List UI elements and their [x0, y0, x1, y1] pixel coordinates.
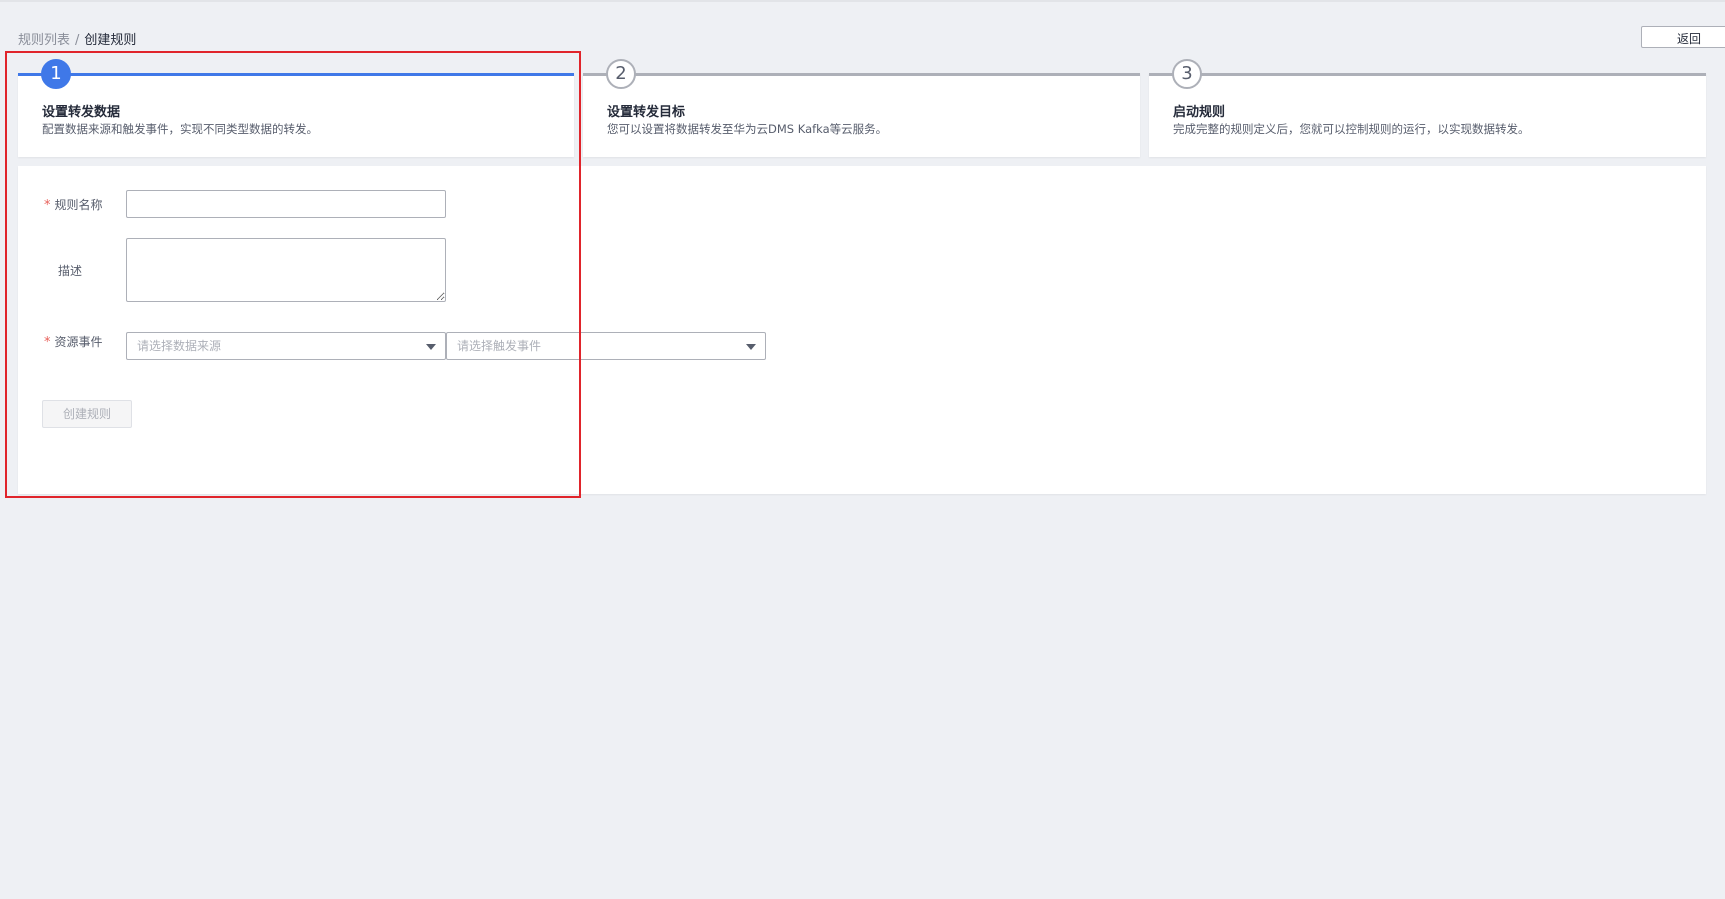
data-source-placeholder: 请选择数据来源	[137, 339, 222, 353]
rule-name-label: * 规则名称	[44, 196, 103, 213]
rule-name-input[interactable]	[126, 190, 446, 218]
step-1-progress-line	[18, 73, 574, 76]
back-button[interactable]: 返回	[1641, 26, 1725, 48]
step-2-number: 2	[606, 59, 636, 89]
step-1-title: 设置转发数据	[42, 105, 121, 120]
chevron-down-icon	[426, 344, 436, 350]
description-label: 描述	[58, 264, 83, 278]
resource-event-label: * 资源事件	[44, 333, 103, 350]
step-3: 3 启动规则 完成完整的规则定义后，您就可以控制规则的运行，以实现数据转发。	[1149, 59, 1706, 157]
resource-event-label-text: 资源事件	[54, 335, 103, 349]
step-2: 2 设置转发目标 您可以设置将数据转发至华为云DMS Kafka等云服务。	[583, 59, 1140, 157]
trigger-event-placeholder: 请选择触发事件	[457, 339, 542, 353]
step-2-description: 您可以设置将数据转发至华为云DMS Kafka等云服务。	[607, 122, 888, 136]
rule-name-label-text: 规则名称	[54, 198, 103, 212]
required-mark: *	[44, 198, 51, 213]
chevron-down-icon	[746, 344, 756, 350]
description-textarea[interactable]	[126, 238, 446, 302]
step-2-progress-line	[583, 73, 1140, 76]
breadcrumb-current: 创建规则	[84, 33, 137, 48]
breadcrumb-separator: /	[75, 33, 80, 48]
step-3-description: 完成完整的规则定义后，您就可以控制规则的运行，以实现数据转发。	[1173, 122, 1530, 136]
required-mark: *	[44, 335, 51, 350]
trigger-event-select[interactable]: 请选择触发事件	[446, 332, 766, 360]
step-3-progress-line	[1149, 73, 1706, 76]
top-divider	[0, 0, 1725, 2]
step-1-description: 配置数据来源和触发事件，实现不同类型数据的转发。	[42, 122, 318, 136]
breadcrumb-rule-list-link[interactable]: 规则列表	[18, 33, 70, 48]
step-1: 1 设置转发数据 配置数据来源和触发事件，实现不同类型数据的转发。	[18, 59, 574, 157]
step-3-title: 启动规则	[1173, 105, 1226, 120]
step-3-number: 3	[1172, 59, 1202, 89]
create-rule-button[interactable]: 创建规则	[42, 400, 132, 428]
data-source-select[interactable]: 请选择数据来源	[126, 332, 446, 360]
breadcrumb: 规则列表 / 创建规则	[18, 29, 136, 48]
step-1-number: 1	[41, 59, 71, 89]
step-2-title: 设置转发目标	[607, 105, 686, 120]
